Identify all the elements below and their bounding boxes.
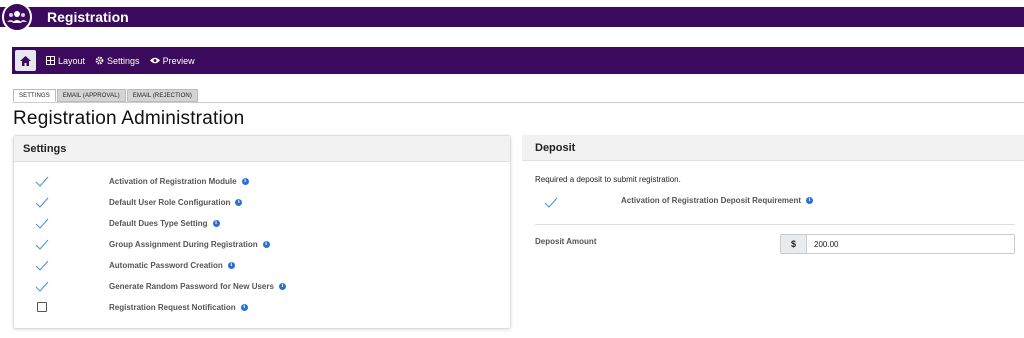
tab-strip: SETTINGS EMAIL (APPROVAL) EMAIL (REJECTI… <box>13 89 199 102</box>
tab-settings[interactable]: SETTINGS <box>13 89 56 102</box>
checkmark-icon <box>35 218 49 229</box>
divider <box>535 224 1015 225</box>
setting-label-text: Registration Request Notification <box>109 302 236 312</box>
setting-row: Default User Role Configuration i <box>14 194 510 210</box>
info-icon[interactable]: i <box>241 177 249 185</box>
toolbar-layout-label: Layout <box>58 55 86 66</box>
setting-label: Generate Random Password for New Users i <box>109 282 286 291</box>
setting-checkbox[interactable] <box>35 216 49 230</box>
deposit-requirement-checkbox[interactable] <box>544 195 558 209</box>
setting-label-text: Default Dues Type Setting <box>109 218 208 228</box>
info-icon[interactable]: i <box>278 282 286 290</box>
setting-label: Automatic Password Creation i <box>109 261 235 270</box>
empty-checkbox-icon <box>37 302 47 312</box>
deposit-amount-group: $ <box>780 234 1015 254</box>
deposit-requirement-label: Activation of Registration Deposit Requi… <box>621 196 814 205</box>
info-icon[interactable]: i <box>806 197 814 205</box>
deposit-panel: Deposit Required a deposit to submit reg… <box>522 135 1024 329</box>
setting-row: Generate Random Password for New Users i <box>14 278 510 294</box>
info-icon[interactable]: i <box>235 198 243 206</box>
setting-label: Registration Request Notification i <box>109 303 248 312</box>
setting-row: Group Assignment During Registration i <box>14 236 510 252</box>
home-icon[interactable] <box>15 50 36 71</box>
toolbar-layout-button[interactable]: Layout <box>46 56 85 66</box>
setting-label: Group Assignment During Registration i <box>109 240 270 249</box>
toolbar-preview-label: Preview <box>162 55 195 66</box>
setting-row: Registration Request Notification i <box>14 299 510 315</box>
setting-label: Activation of Registration Module i <box>109 177 249 186</box>
gear-icon <box>95 56 104 65</box>
deposit-panel-title: Deposit <box>522 135 1024 161</box>
setting-label-text: Activation of Registration Module <box>109 176 237 186</box>
eye-icon <box>149 57 160 64</box>
setting-checkbox[interactable] <box>35 300 49 314</box>
app-header-bar <box>0 7 1024 27</box>
setting-checkbox[interactable] <box>35 237 49 251</box>
setting-label-text: Automatic Password Creation <box>109 260 223 270</box>
setting-label: Default User Role Configuration i <box>109 197 243 207</box>
page-title: Registration Administration <box>13 108 245 129</box>
info-icon[interactable]: i <box>227 261 235 269</box>
users-icon[interactable] <box>2 2 32 32</box>
setting-label-text: Default User Role Configuration <box>109 197 231 207</box>
setting-checkbox[interactable] <box>35 279 49 293</box>
tab-email-approval[interactable]: EMAIL (APPROVAL) <box>56 89 126 102</box>
app-title: Registration <box>47 9 129 25</box>
deposit-description: Required a deposit to submit registratio… <box>535 175 681 184</box>
setting-checkbox[interactable] <box>35 174 49 188</box>
checkmark-icon <box>35 281 49 292</box>
info-icon[interactable]: i <box>212 219 220 227</box>
setting-label: Default Dues Type Setting i <box>109 219 220 228</box>
checkmark-icon <box>35 239 49 250</box>
tab-email-rejection[interactable]: EMAIL (REJECTION) <box>126 89 198 102</box>
setting-label-text: Generate Random Password for New Users <box>109 281 274 291</box>
toolbar-preview-button[interactable]: Preview <box>149 55 195 66</box>
toolbar-settings-label: Settings <box>107 55 140 66</box>
tab-divider <box>13 102 1024 103</box>
deposit-amount-label: Deposit Amount <box>535 237 597 246</box>
checkmark-icon <box>35 176 49 187</box>
settings-panel-title: Settings <box>14 136 510 162</box>
settings-panel: Settings Activation of Registration Modu… <box>13 135 511 329</box>
grid-icon <box>46 56 55 65</box>
checkmark-icon <box>544 197 558 208</box>
info-icon[interactable]: i <box>240 303 248 311</box>
setting-checkbox[interactable] <box>35 258 49 272</box>
setting-checkbox[interactable] <box>35 195 49 209</box>
deposit-amount-input[interactable] <box>807 235 1014 253</box>
setting-row: Automatic Password Creation i <box>14 257 510 273</box>
info-icon[interactable]: i <box>262 240 270 248</box>
setting-row: Activation of Registration Module i <box>14 173 510 189</box>
checkmark-icon <box>35 260 49 271</box>
toolbar: Layout Settings Preview <box>12 47 1024 74</box>
checkmark-icon <box>35 197 49 208</box>
setting-label-text: Group Assignment During Registration <box>109 239 258 249</box>
currency-prefix: $ <box>781 235 807 253</box>
toolbar-settings-button[interactable]: Settings <box>95 56 140 66</box>
setting-row: Default Dues Type Setting i <box>14 215 510 231</box>
deposit-requirement-text: Activation of Registration Deposit Requi… <box>621 196 802 205</box>
